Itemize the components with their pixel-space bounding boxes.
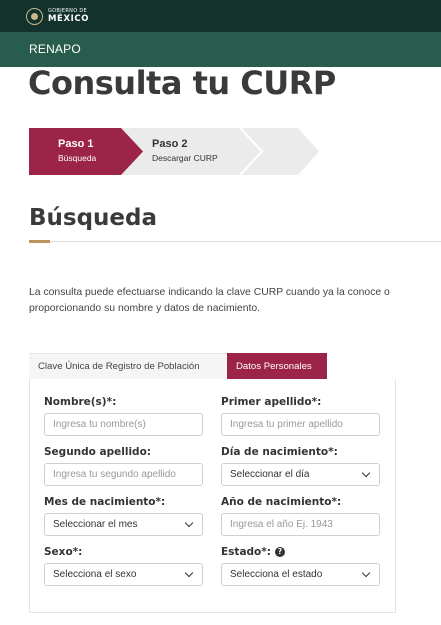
nombre-label: Nombre(s)*: bbox=[44, 396, 117, 408]
chevron-down-icon bbox=[361, 468, 371, 478]
segundo-apellido-input[interactable]: Ingresa tu segundo apellido bbox=[44, 463, 203, 486]
gobierno-mexico-logo[interactable]: GOBIERNO DE MÉXICO bbox=[26, 5, 89, 27]
sexo-label: Sexo*: bbox=[44, 546, 83, 558]
step-1-title: Paso 1 bbox=[58, 138, 94, 150]
sexo-value: Selecciona el sexo bbox=[53, 569, 137, 580]
logo-line-1: GOBIERNO DE bbox=[48, 7, 87, 14]
sexo-select[interactable]: Selecciona el sexo bbox=[44, 563, 203, 586]
chevron-down-icon bbox=[361, 568, 371, 578]
question-circle-icon[interactable]: ? bbox=[274, 546, 285, 557]
page-title: Consulta tu CURP bbox=[28, 64, 336, 102]
dia-nacimiento-label: Día de nacimiento*: bbox=[221, 446, 338, 458]
mes-nacimiento-label: Mes de nacimiento*: bbox=[44, 496, 166, 508]
step-2-subtitle: Descargar CURP bbox=[152, 153, 218, 164]
intro-text: La consulta puede efectuarse indicando l… bbox=[29, 287, 390, 314]
renapo-brand-link[interactable]: RENAPO bbox=[29, 42, 81, 56]
dia-nacimiento-select[interactable]: Seleccionar el día bbox=[221, 463, 380, 486]
primer-apellido-input[interactable]: Ingresa tu primer apellido bbox=[221, 413, 380, 436]
tab-clave-curp[interactable]: Clave Única de Registro de Población bbox=[29, 353, 227, 379]
mes-nacimiento-select[interactable]: Seleccionar el mes bbox=[44, 513, 203, 536]
estado-label-wrap: Estado*:? bbox=[221, 546, 285, 558]
estado-select[interactable]: Selecciona el estado bbox=[221, 563, 380, 586]
segundo-apellido-label: Segundo apellido: bbox=[44, 446, 151, 458]
anio-nacimiento-input[interactable]: Ingresa el año Ej. 1943 bbox=[221, 513, 380, 536]
renapo-bar: RENAPO bbox=[0, 32, 441, 67]
estado-value: Selecciona el estado bbox=[230, 569, 323, 580]
stepper: Paso 1 Búsqueda Paso 2 Descargar CURP bbox=[29, 128, 319, 175]
section-divider bbox=[29, 241, 441, 242]
chevron-down-icon bbox=[184, 568, 194, 578]
national-seal-icon bbox=[26, 7, 43, 25]
dia-nacimiento-value: Seleccionar el día bbox=[230, 469, 310, 480]
section-accent-bar bbox=[29, 240, 50, 243]
estado-label: Estado*: bbox=[221, 546, 271, 558]
step-2-title: Paso 2 bbox=[152, 138, 188, 150]
primer-apellido-label: Primer apellido*: bbox=[221, 396, 322, 408]
logo-line-2: MÉXICO bbox=[48, 13, 90, 24]
mes-nacimiento-value: Seleccionar el mes bbox=[53, 519, 138, 530]
step-2: Paso 2 Descargar CURP bbox=[152, 138, 218, 163]
step-1-subtitle: Búsqueda bbox=[58, 153, 97, 164]
step-1: Paso 1 Búsqueda bbox=[58, 138, 96, 163]
government-top-bar: GOBIERNO DE MÉXICO bbox=[0, 0, 441, 32]
tab-datos-personales[interactable]: Datos Personales bbox=[227, 353, 327, 379]
section-title: Búsqueda bbox=[29, 205, 158, 231]
nombre-input[interactable]: Ingresa tu nombre(s) bbox=[44, 413, 203, 436]
anio-nacimiento-label: Año de nacimiento*: bbox=[221, 496, 342, 508]
chevron-down-icon bbox=[184, 518, 194, 528]
